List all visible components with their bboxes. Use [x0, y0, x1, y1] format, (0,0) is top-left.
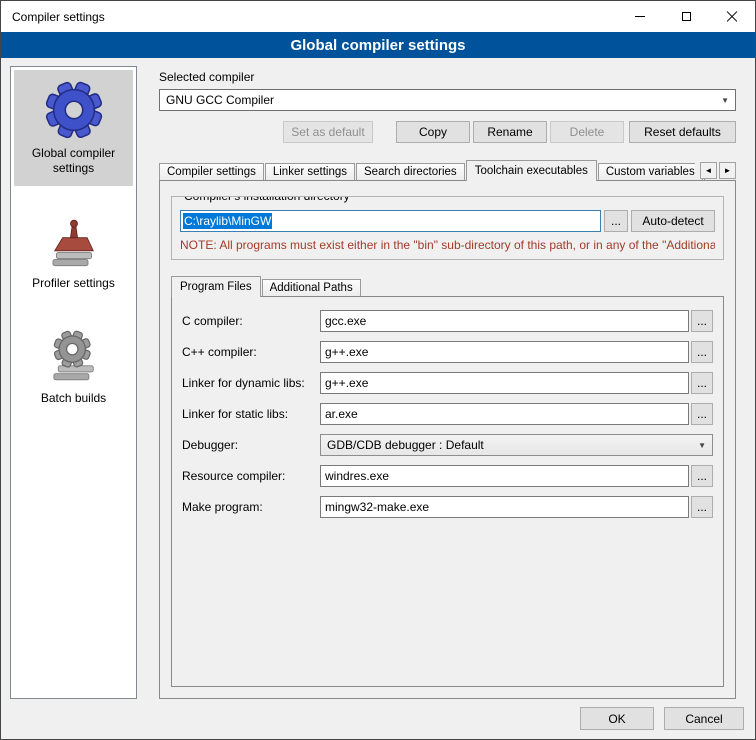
tab-linker-settings[interactable]: Linker settings [265, 163, 355, 180]
ok-button[interactable]: OK [580, 707, 654, 730]
subtab-additional-paths[interactable]: Additional Paths [262, 279, 361, 296]
dynamic-linker-input[interactable] [320, 372, 689, 394]
main-panel: Selected compiler GNU GCC Compiler ▼ Set… [147, 66, 746, 699]
debugger-value: GDB/CDB debugger : Default [327, 438, 484, 452]
static-linker-browse-button[interactable]: ... [691, 403, 713, 425]
install-dir-selected-text: C:\raylib\MinGW [183, 213, 272, 229]
make-program-browse-button[interactable]: ... [691, 496, 713, 518]
tab-scroll-controls: ◄ ► [695, 162, 736, 179]
auto-detect-button[interactable]: Auto-detect [631, 210, 715, 232]
dynamic-linker-browse-button[interactable]: ... [691, 372, 713, 394]
settings-tabbar: Compiler settings Linker settings Search… [159, 157, 736, 181]
installation-directory-group: Compiler's installation directory C:\ray… [171, 196, 724, 260]
compiler-actions-row: Set as default Copy Rename Delete Reset … [159, 121, 736, 143]
delete-button[interactable]: Delete [550, 121, 624, 143]
installation-directory-legend: Compiler's installation directory [180, 196, 354, 203]
gray-gear-stack-icon [46, 329, 102, 385]
compiler-settings-dialog: Compiler settings Global compiler settin… [0, 0, 756, 740]
install-dir-browse-button[interactable]: ... [604, 210, 628, 232]
dialog-footer: OK Cancel [1, 699, 755, 739]
rename-button[interactable]: Rename [473, 121, 547, 143]
chevron-down-icon: ▼ [715, 96, 729, 105]
resource-compiler-row: Resource compiler: ... [182, 465, 713, 487]
static-linker-row: Linker for static libs: ... [182, 403, 713, 425]
settings-sidebar: Global compiler settings Profiler settin… [10, 66, 137, 699]
dialog-content: Global compiler settings Profiler settin… [1, 58, 755, 699]
cpp-compiler-label: C++ compiler: [182, 345, 320, 359]
static-linker-label: Linker for static libs: [182, 407, 320, 421]
tab-scroll-left-button[interactable]: ◄ [700, 162, 717, 179]
sidebar-item-label: Profiler settings [32, 276, 115, 291]
make-program-label: Make program: [182, 500, 320, 514]
minimize-button[interactable] [617, 1, 663, 32]
c-compiler-row: C compiler: ... [182, 310, 713, 332]
dynamic-linker-row: Linker for dynamic libs: ... [182, 372, 713, 394]
tab-compiler-settings[interactable]: Compiler settings [159, 163, 264, 180]
titlebar: Compiler settings [1, 1, 755, 32]
reset-defaults-button[interactable]: Reset defaults [629, 121, 736, 143]
program-files-panel: C compiler: ... C++ compiler: ... Linker… [171, 296, 724, 687]
c-compiler-browse-button[interactable]: ... [691, 310, 713, 332]
resource-compiler-browse-button[interactable]: ... [691, 465, 713, 487]
maximize-button[interactable] [663, 1, 709, 32]
resource-compiler-input[interactable] [320, 465, 689, 487]
set-as-default-button[interactable]: Set as default [283, 121, 373, 143]
sidebar-item-label: Global compiler settings [16, 146, 131, 176]
cpp-compiler-browse-button[interactable]: ... [691, 341, 713, 363]
cpp-compiler-input[interactable] [320, 341, 689, 363]
cancel-button[interactable]: Cancel [664, 707, 744, 730]
selected-compiler-dropdown[interactable]: GNU GCC Compiler ▼ [159, 89, 736, 111]
installation-directory-row: C:\raylib\MinGW ... Auto-detect [180, 210, 715, 232]
install-dir-input[interactable]: C:\raylib\MinGW [180, 210, 601, 232]
tab-toolchain-executables[interactable]: Toolchain executables [466, 160, 597, 181]
static-linker-input[interactable] [320, 403, 689, 425]
sidebar-item-batch-builds[interactable]: Batch builds [14, 321, 133, 416]
close-icon [726, 11, 738, 23]
c-compiler-label: C compiler: [182, 314, 320, 328]
sidebar-item-label: Batch builds [41, 391, 106, 406]
tab-custom-variables[interactable]: Custom variables [598, 163, 703, 180]
tab-scroll-right-button[interactable]: ► [719, 162, 736, 179]
cpp-compiler-row: C++ compiler: ... [182, 341, 713, 363]
debugger-dropdown[interactable]: GDB/CDB debugger : Default ▼ [320, 434, 713, 456]
install-dir-note: NOTE: All programs must exist either in … [180, 238, 715, 252]
selected-compiler-label: Selected compiler [159, 70, 736, 84]
make-program-row: Make program: ... [182, 496, 713, 518]
program-subtabbar: Program Files Additional Paths [171, 273, 724, 297]
resource-compiler-label: Resource compiler: [182, 469, 320, 483]
toolchain-executables-panel: Compiler's installation directory C:\ray… [159, 180, 736, 699]
sidebar-item-global-compiler-settings[interactable]: Global compiler settings [14, 70, 133, 186]
debugger-row: Debugger: GDB/CDB debugger : Default ▼ [182, 434, 713, 456]
selected-compiler-value: GNU GCC Compiler [166, 93, 274, 107]
page-title: Global compiler settings [1, 32, 755, 58]
dynamic-linker-label: Linker for dynamic libs: [182, 376, 320, 390]
debugger-label: Debugger: [182, 438, 320, 452]
window-controls [617, 1, 755, 32]
minimize-icon [635, 16, 645, 17]
close-button[interactable] [709, 1, 755, 32]
blue-gear-icon [43, 78, 105, 140]
maximize-icon [682, 12, 691, 21]
subtab-program-files[interactable]: Program Files [171, 276, 261, 297]
profiler-tool-icon [46, 214, 102, 270]
copy-button[interactable]: Copy [396, 121, 470, 143]
sidebar-item-profiler-settings[interactable]: Profiler settings [14, 206, 133, 301]
window-title: Compiler settings [1, 10, 105, 24]
tab-search-directories[interactable]: Search directories [356, 163, 465, 180]
make-program-input[interactable] [320, 496, 689, 518]
c-compiler-input[interactable] [320, 310, 689, 332]
chevron-down-icon: ▼ [692, 441, 706, 450]
